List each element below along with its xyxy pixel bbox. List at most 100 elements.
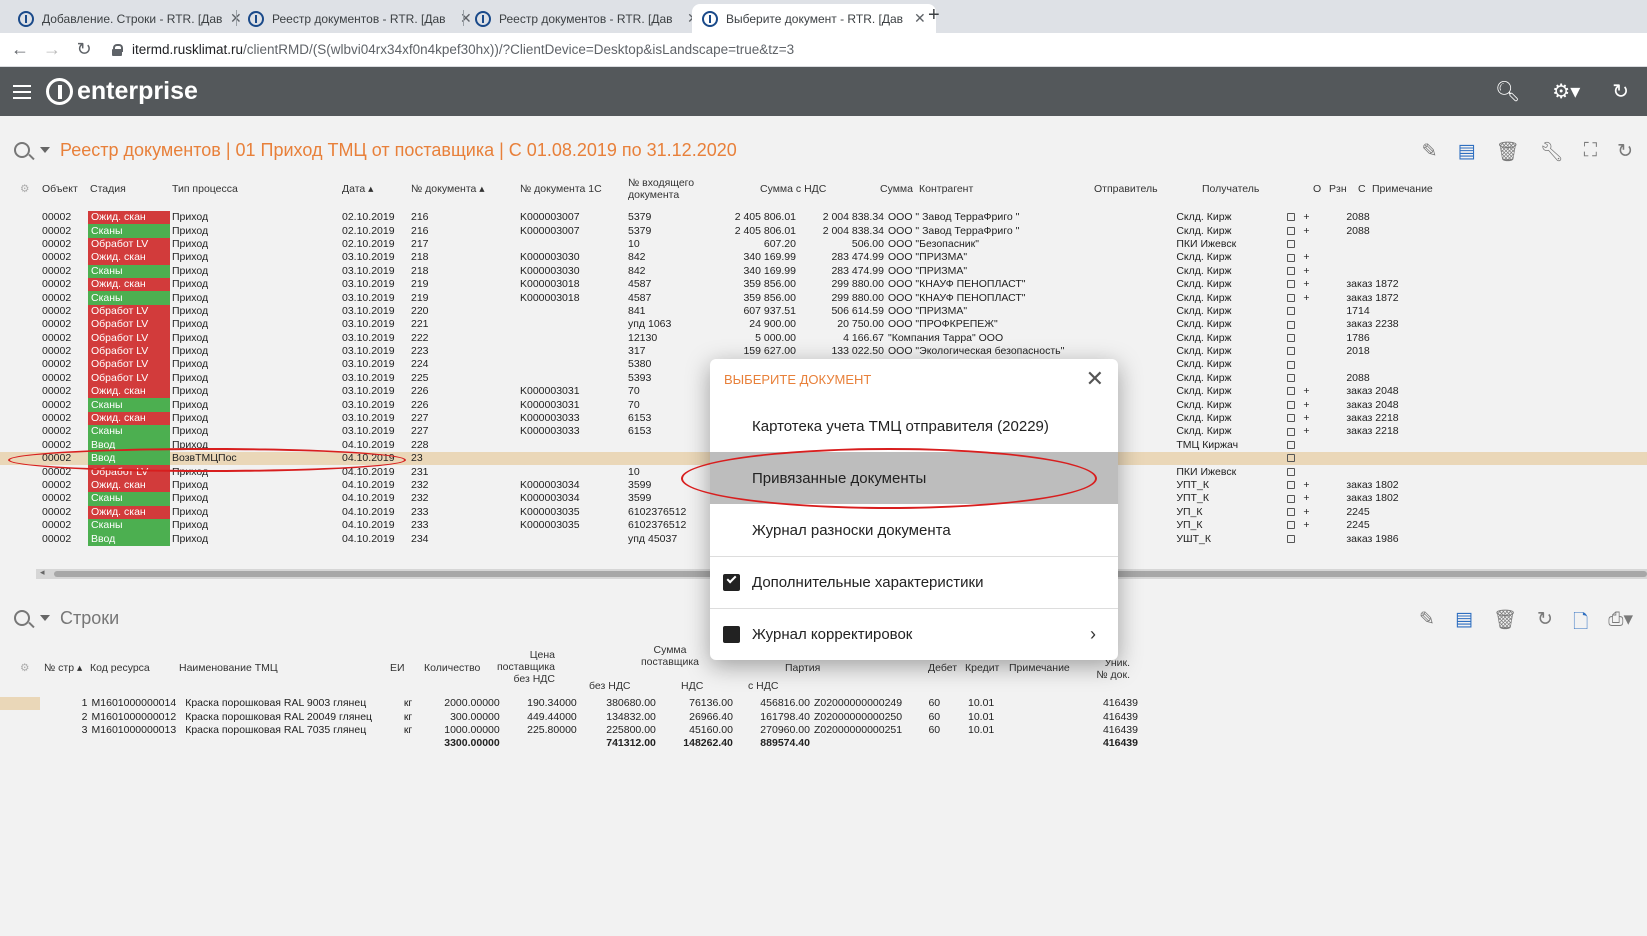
col-sum-group[interactable]: Сумма поставщика [640, 644, 700, 668]
browser-tab-1[interactable]: Добавление. Строки - RTR. [Дав ✕ [8, 4, 252, 33]
col-doc-1c[interactable]: № документа 1С [520, 183, 602, 195]
table-row[interactable]: 00002 Обработ LV Приход 03.10.2019 223 317 159… [0, 344, 1647, 359]
col-incoming-doc[interactable]: № входящего документа [628, 177, 708, 201]
chevron-down-icon[interactable] [40, 147, 50, 153]
table-row[interactable]: 00002 Обработ LV Приход 03.10.2019 221 упд 10… [0, 318, 1647, 332]
row-checkbox[interactable] [1287, 454, 1296, 463]
search-icon[interactable] [14, 610, 30, 626]
col-vat[interactable]: НДС [681, 680, 703, 692]
table-row[interactable]: 00002 Сканы Приход 03.10.2019 218 K000003030 8… [0, 264, 1647, 278]
col-rzn[interactable]: Рзн [1329, 183, 1347, 195]
col-note[interactable]: Примечание [1009, 662, 1070, 674]
scroll-left-icon[interactable]: ◂ [40, 567, 45, 578]
col-contractor[interactable]: Контрагент [919, 183, 973, 195]
browser-tab-3[interactable]: Реестр документов - RTR. [Дав ✕ [465, 4, 709, 33]
col-date[interactable]: Дата ▴ [342, 183, 373, 195]
col-unit[interactable]: ЕИ [390, 662, 405, 674]
refresh-icon[interactable]: ↻ [1537, 608, 1553, 640]
row-checkbox[interactable] [1287, 374, 1296, 383]
col-sender[interactable]: Отправитель [1094, 183, 1158, 195]
settings-gear-icon[interactable]: ⚙ [20, 662, 29, 674]
row-checkbox[interactable] [1287, 320, 1296, 329]
refresh-icon[interactable]: ↻ [1617, 140, 1633, 164]
row-checkbox[interactable] [1287, 307, 1296, 316]
trash-icon[interactable]: 🗑︎ [1493, 608, 1517, 640]
row-checkbox[interactable] [1287, 508, 1296, 516]
row-checkbox[interactable] [1287, 534, 1296, 543]
edit-pencil-icon[interactable]: ✎ [1419, 608, 1435, 640]
row-checkbox[interactable] [1287, 427, 1296, 436]
col-o[interactable]: О [1313, 183, 1321, 195]
row-checkbox[interactable] [1287, 293, 1296, 302]
row-checkbox[interactable] [1287, 333, 1296, 342]
row-checkbox[interactable] [1287, 414, 1296, 423]
reload-icon[interactable]: ↻ [72, 39, 96, 60]
table-row[interactable]: 1 M1601000000014 Краска порошковая RAL 900… [0, 697, 1140, 711]
table-row[interactable]: 00002 Обработ LV Приход 02.10.2019 217 10 607.… [0, 237, 1647, 252]
row-checkbox[interactable] [1287, 360, 1296, 369]
search-icon[interactable] [14, 142, 30, 158]
col-price[interactable]: Цена поставщика без НДС [493, 649, 555, 685]
row-checkbox[interactable] [1287, 347, 1296, 356]
row-checkbox[interactable] [1287, 400, 1296, 409]
table-row[interactable]: 00002 Обработ LV Приход 03.10.2019 220 841 607… [0, 304, 1647, 319]
browser-tab-2[interactable]: Реестр документов - RTR. [Дав ✕ [238, 4, 482, 33]
menu-item-corrections-journal[interactable]: Журнал корректировок › [710, 608, 1118, 660]
table-row[interactable]: 00002 Сканы Приход 02.10.2019 216 K000003007 5… [0, 224, 1647, 238]
table-row[interactable]: 2 M1601000000012 Краска порошковая RAL 200… [0, 710, 1140, 723]
row-checkbox[interactable] [1287, 240, 1296, 249]
col-c[interactable]: С [1358, 183, 1366, 195]
row-checkbox[interactable] [1287, 494, 1296, 503]
back-arrow-icon[interactable]: ← [8, 39, 32, 60]
table-row[interactable]: 3 M1601000000013 Краска порошковая RAL 703… [0, 724, 1140, 737]
col-stage[interactable]: Стадия [90, 183, 126, 195]
row-checkbox[interactable] [1287, 266, 1296, 275]
menu-item-sender-card[interactable]: Картотека учета ТМЦ отправителя (20229) [710, 400, 1118, 452]
col-sum-vat[interactable]: Сумма с НДС [760, 183, 826, 195]
col-quantity[interactable]: Количество [424, 662, 480, 674]
row-checkbox[interactable] [1287, 213, 1296, 222]
wrench-icon[interactable]: 🔧︎ [1540, 140, 1564, 164]
hierarchy-icon[interactable]: ⛶ [1584, 140, 1597, 164]
table-row[interactable]: 00002 Обработ LV Приход 03.10.2019 222 12130 5… [0, 331, 1647, 345]
col-note[interactable]: Примечание [1372, 183, 1433, 195]
row-checkbox[interactable] [1287, 387, 1296, 396]
col-credit[interactable]: Кредит [965, 662, 999, 674]
table-row[interactable]: 00002 Ожид. скан Приход 03.10.2019 219 K00000… [0, 277, 1647, 292]
search-icon[interactable]: 🔍︎ [1495, 79, 1520, 104]
settings-gear-icon[interactable]: ⚙ [20, 183, 29, 195]
table-row[interactable]: 00002 Ожид. скан Приход 02.10.2019 216 K00000… [0, 211, 1647, 225]
trash-icon[interactable]: 🗑︎ [1496, 140, 1520, 164]
new-document-icon[interactable]: 🗋 [1573, 608, 1588, 640]
col-unique-doc[interactable]: Уник. № док. [1094, 657, 1130, 681]
row-checkbox[interactable] [1287, 253, 1296, 262]
close-tab-icon[interactable]: ✕ [914, 10, 926, 27]
document-icon[interactable]: ▤ [1458, 140, 1476, 164]
chevron-down-icon[interactable] [40, 615, 50, 621]
col-resource-code[interactable]: Код ресурса [90, 662, 150, 674]
col-receiver[interactable]: Получатель [1202, 183, 1259, 195]
gear-icon[interactable]: ⚙▾ [1552, 79, 1580, 104]
col-sum-with-vat[interactable]: с НДС [748, 680, 778, 692]
close-icon[interactable]: ✕ [1086, 366, 1104, 392]
document-icon[interactable]: ▤ [1455, 608, 1473, 640]
col-line-no[interactable]: № стр ▴ [44, 662, 82, 674]
table-row[interactable]: 00002 Сканы Приход 03.10.2019 219 K000003018 4… [0, 291, 1647, 305]
col-sum-no-vat[interactable]: без НДС [589, 680, 631, 692]
edit-pencil-icon[interactable]: ✎ [1422, 140, 1438, 164]
refresh-icon[interactable]: ↻ [1612, 79, 1629, 104]
row-checkbox[interactable] [1287, 521, 1296, 530]
col-item-name[interactable]: Наименование ТМЦ [179, 662, 278, 674]
browser-tab-4-active[interactable]: Выберите документ - RTR. [Дав ✕ [692, 4, 936, 33]
new-tab-icon[interactable]: + [928, 4, 940, 27]
print-icon[interactable]: ⎙▾ [1608, 608, 1633, 640]
col-object[interactable]: Объект [42, 183, 78, 195]
row-checkbox[interactable] [1287, 280, 1296, 289]
col-sum[interactable]: Сумма [880, 183, 913, 195]
col-process-type[interactable]: Тип процесса [172, 183, 238, 195]
row-checkbox[interactable] [1287, 481, 1296, 490]
row-checkbox[interactable] [1287, 226, 1296, 235]
row-checkbox[interactable] [1287, 441, 1296, 450]
col-batch[interactable]: Партия [785, 662, 820, 674]
menu-item-posting-journal[interactable]: Журнал разноски документа [710, 504, 1118, 556]
